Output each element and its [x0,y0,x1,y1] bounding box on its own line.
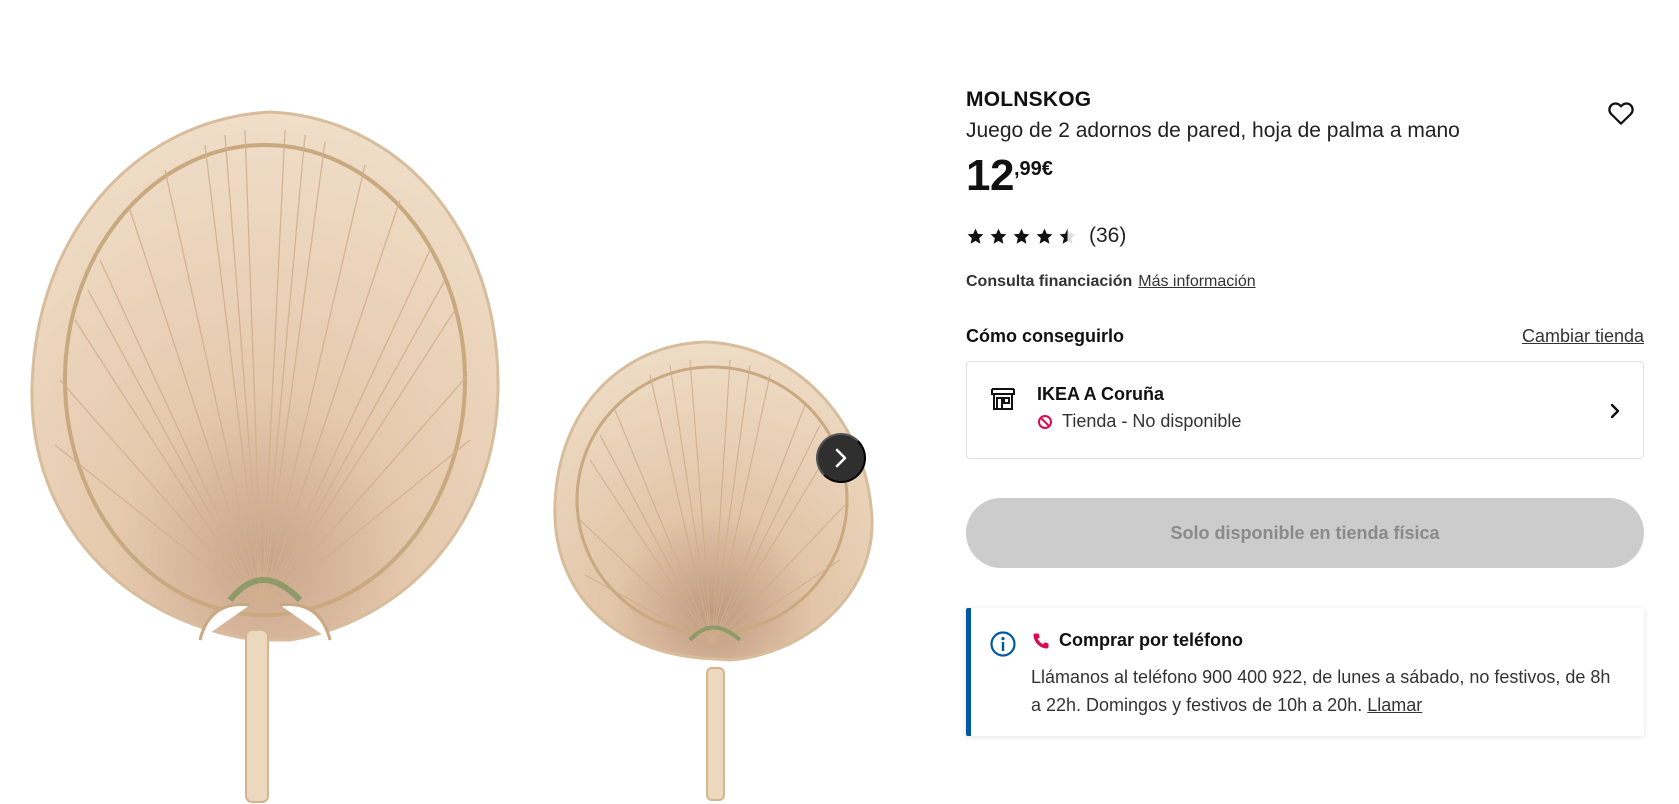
how-to-get-it-header: Cómo conseguirlo Cambiar tienda [966,326,1644,347]
heart-icon [1608,102,1634,125]
rating-summary[interactable]: (36) [966,224,1126,248]
star-icon [1036,228,1053,244]
product-image [30,110,874,803]
store-availability-card[interactable]: IKEA A Coruña Tienda - No disponible [966,361,1644,459]
small-palm-leaf [553,340,874,801]
product-image-gallery [0,0,920,804]
product-price: 12 ,99€ [966,152,1053,200]
add-to-favourites-button[interactable] [1606,98,1636,128]
star-icon [990,228,1007,244]
star-icon [967,228,984,244]
store-name: IKEA A Coruña [1037,384,1165,404]
phone-hours-text: Llámanos al teléfono 900 400 922, de lun… [1031,667,1611,715]
more-info-link[interactable]: Más información [1138,273,1255,291]
next-image-button[interactable] [816,433,866,483]
star-icon [1013,228,1030,244]
change-store-link[interactable]: Cambiar tienda [1522,326,1644,347]
financing-row: Consulta financiación Más información [966,273,1256,291]
product-description: Juego de 2 adornos de pared, hoja de pal… [966,119,1460,142]
buy-by-phone-title: Comprar por teléfono [1059,630,1244,650]
product-info-panel: MOLNSKOG Juego de 2 adornos de pared, ho… [966,0,1647,804]
info-icon [990,631,1016,657]
buy-by-phone-header: Comprar por teléfono [1031,630,1243,651]
review-count: (36) [1089,224,1127,247]
unavailable-icon [1038,414,1052,429]
financing-label: Consulta financiación [966,273,1133,290]
price-decimal: ,99€ [1013,158,1053,180]
buy-by-phone-card: Comprar por teléfono Llámanos al teléfon… [966,608,1644,736]
how-to-get-it-title: Cómo conseguirlo [966,326,1125,346]
price-integer: 12 [966,151,1014,200]
store-status-text: Tienda - No disponible [1062,411,1242,431]
store-icon [991,388,1015,410]
phone-icon [1033,633,1049,648]
buy-by-phone-text: Llámanos al teléfono 900 400 922, de lun… [1031,663,1621,719]
store-status: Tienda - No disponible [1037,411,1241,432]
store-only-button[interactable]: Solo disponible en tienda física [966,498,1644,568]
chevron-right-icon [1610,403,1620,419]
chevron-right-icon [835,448,847,468]
star-rating [966,227,1077,246]
half-star-icon [1059,228,1076,244]
product-name: MOLNSKOG [966,88,1092,111]
large-palm-leaf [30,110,500,803]
call-link[interactable]: Llamar [1367,695,1422,715]
